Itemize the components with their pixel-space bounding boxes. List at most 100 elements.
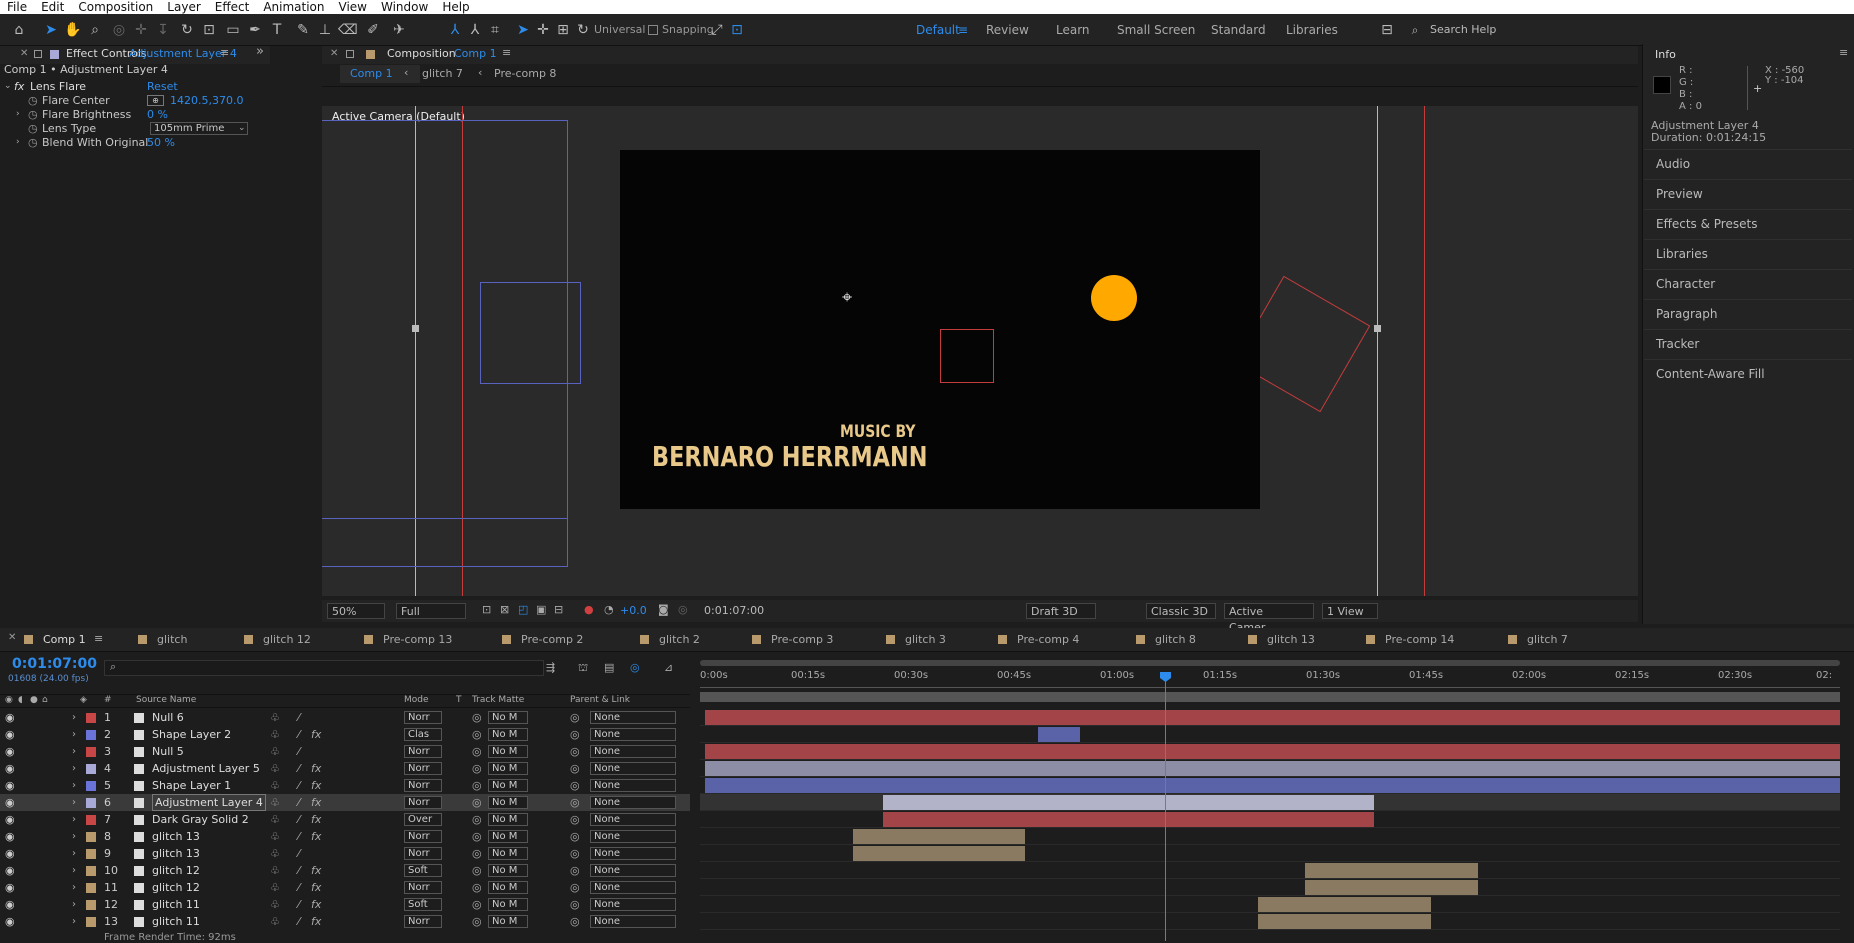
pan-tool-icon[interactable]: ✛: [132, 21, 150, 39]
tab-glitch-2[interactable]: glitch 2: [640, 633, 700, 646]
shy-icon[interactable]: ♧: [270, 726, 280, 743]
tab-pre-comp-14[interactable]: Pre-comp 14: [1366, 633, 1454, 646]
anchor-handle[interactable]: [412, 325, 419, 332]
layer-row[interactable]: ◉ › 3 Null 5 ♧ ⁄ Norr ◎ No M ◎ None: [0, 743, 690, 760]
move-tool-icon[interactable]: ✛: [534, 21, 552, 39]
layer-name[interactable]: glitch 11: [152, 913, 200, 930]
label-color-swatch[interactable]: [86, 866, 96, 876]
header-mode[interactable]: Mode: [404, 695, 429, 705]
tab-comp-name[interactable]: Comp 1: [454, 43, 497, 65]
track-matte-dropdown[interactable]: No M: [488, 881, 528, 894]
track-matte-dropdown[interactable]: No M: [488, 728, 528, 741]
chevron-right-icon[interactable]: ›: [72, 913, 76, 930]
label-color-swatch[interactable]: [86, 849, 96, 859]
quality-icon[interactable]: ⁄: [298, 760, 300, 777]
nav-pre-comp-8[interactable]: Pre-comp 8: [494, 67, 556, 80]
snap-options-icon[interactable]: ⊡: [728, 21, 746, 39]
orbit-tool-icon[interactable]: ◎: [110, 21, 128, 39]
parent-dropdown[interactable]: None: [590, 711, 676, 724]
track-area[interactable]: [700, 709, 1840, 939]
mode-dropdown[interactable]: Norr: [404, 796, 442, 809]
chevron-right-icon[interactable]: ›: [72, 862, 76, 879]
layer-duration-bar[interactable]: [1305, 880, 1478, 895]
mode-dropdown[interactable]: Over: [404, 813, 442, 826]
workspace-standard[interactable]: Standard: [1211, 23, 1266, 37]
quality-icon[interactable]: ⁄: [298, 811, 300, 828]
label-color-swatch[interactable]: [86, 747, 96, 757]
layer-duration-bar[interactable]: [853, 829, 1025, 844]
draft-3d-icon[interactable]: ⛫: [578, 661, 588, 676]
tab-pre-comp-3[interactable]: Pre-comp 3: [752, 633, 833, 646]
parent-dropdown[interactable]: None: [590, 847, 676, 860]
exposure-reset-icon[interactable]: ◔: [604, 603, 614, 616]
pickwhip-icon[interactable]: ◎: [472, 760, 482, 777]
parent-pickwhip-icon[interactable]: ◎: [570, 709, 580, 726]
camera-dropdown[interactable]: Active Camer...: [1224, 603, 1314, 634]
fx-icon[interactable]: fx: [311, 862, 321, 879]
parent-pickwhip-icon[interactable]: ◎: [570, 828, 580, 845]
pickwhip-icon[interactable]: ◎: [472, 896, 482, 913]
layer-duration-bar[interactable]: [883, 795, 1374, 810]
composition-canvas[interactable]: ⌖ MUSIC BY BERNARO HERRMANN: [620, 150, 1260, 509]
chevron-right-icon[interactable]: ›: [72, 760, 76, 777]
graph-editor-icon[interactable]: ⊿: [664, 661, 673, 674]
chevron-right-icon[interactable]: ›: [72, 709, 76, 726]
pickwhip-icon[interactable]: ◎: [472, 794, 482, 811]
visibility-icon[interactable]: ◉: [5, 709, 15, 726]
layer-name[interactable]: glitch 13: [152, 828, 200, 845]
layer-name[interactable]: Null 6: [152, 709, 184, 726]
visibility-icon[interactable]: ◉: [5, 726, 15, 743]
panel-content-aware-fill[interactable]: Content-Aware Fill: [1644, 359, 1852, 388]
workspace-libraries[interactable]: Libraries: [1286, 23, 1338, 37]
pickwhip-icon[interactable]: ◎: [472, 862, 482, 879]
panel-effects-presets[interactable]: Effects & Presets: [1644, 209, 1852, 238]
transparency-grid-icon[interactable]: ⊠: [500, 603, 509, 616]
shy-icon[interactable]: ♧: [270, 794, 280, 811]
local-axis-icon[interactable]: ⅄: [446, 21, 464, 39]
parent-dropdown[interactable]: None: [590, 728, 676, 741]
layer-duration-bar[interactable]: [705, 778, 1840, 793]
shy-icon[interactable]: ♧: [270, 862, 280, 879]
search-help-input[interactable]: Search Help: [1430, 23, 1496, 36]
chevron-right-icon[interactable]: ›: [72, 726, 76, 743]
clone-stamp-tool-icon[interactable]: ⊥: [316, 21, 334, 39]
tab-glitch-12[interactable]: glitch 12: [244, 633, 311, 646]
parent-pickwhip-icon[interactable]: ◎: [570, 777, 580, 794]
menu-view[interactable]: View: [332, 0, 374, 14]
tab-glitch-8[interactable]: glitch 8: [1136, 633, 1196, 646]
color-channels-icon[interactable]: ●: [584, 603, 594, 616]
parent-pickwhip-icon[interactable]: ◎: [570, 811, 580, 828]
menu-window[interactable]: Window: [374, 0, 435, 14]
quality-icon[interactable]: ⁄: [298, 743, 300, 760]
shy-icon[interactable]: ♧: [270, 828, 280, 845]
parent-pickwhip-icon[interactable]: ◎: [570, 896, 580, 913]
visibility-icon[interactable]: ◉: [5, 777, 15, 794]
parent-dropdown[interactable]: None: [590, 796, 676, 809]
layer-row[interactable]: ◉ › 13 glitch 11 ♧ ⁄ fx Norr ◎ No M ◎ None: [0, 913, 690, 930]
resolution-dropdown[interactable]: Full: [396, 603, 466, 619]
pickwhip-icon[interactable]: ◎: [472, 777, 482, 794]
lock-icon[interactable]: ⌂: [42, 695, 48, 705]
panel-tracker[interactable]: Tracker: [1644, 329, 1852, 358]
show-snapshot-icon[interactable]: ◎: [678, 603, 688, 616]
nav-comp-1[interactable]: Comp 1: [350, 67, 393, 80]
label-color-swatch[interactable]: [86, 764, 96, 774]
layer-row[interactable]: ◉ › 7 Dark Gray Solid 2 ♧ ⁄ fx Over ◎ No M ◎ None: [0, 811, 690, 828]
workspace-default[interactable]: Default: [916, 23, 960, 37]
parent-dropdown[interactable]: None: [590, 881, 676, 894]
layer-row[interactable]: ◉ › 11 glitch 12 ♧ ⁄ fx Norr ◎ No M ◎ None: [0, 879, 690, 896]
pickwhip-icon[interactable]: ◎: [472, 726, 482, 743]
layer-duration-bar[interactable]: [705, 710, 1840, 725]
fx-icon[interactable]: fx: [311, 896, 321, 913]
fx-icon[interactable]: fx: [311, 828, 321, 845]
tab-comp-1[interactable]: Comp 1: [24, 633, 86, 646]
layer-name[interactable]: Dark Gray Solid 2: [152, 811, 249, 828]
parent-dropdown[interactable]: None: [590, 745, 676, 758]
selection-tool-icon[interactable]: ➤: [42, 21, 60, 39]
layer-duration-bar[interactable]: [1038, 727, 1080, 742]
layer-duration-bar[interactable]: [1305, 863, 1478, 878]
fx-icon[interactable]: fx: [311, 913, 321, 930]
panel-menu-icon[interactable]: ≡: [220, 46, 229, 59]
current-time-indicator[interactable]: [1165, 674, 1166, 941]
tab-pre-comp-2[interactable]: Pre-comp 2: [502, 633, 583, 646]
